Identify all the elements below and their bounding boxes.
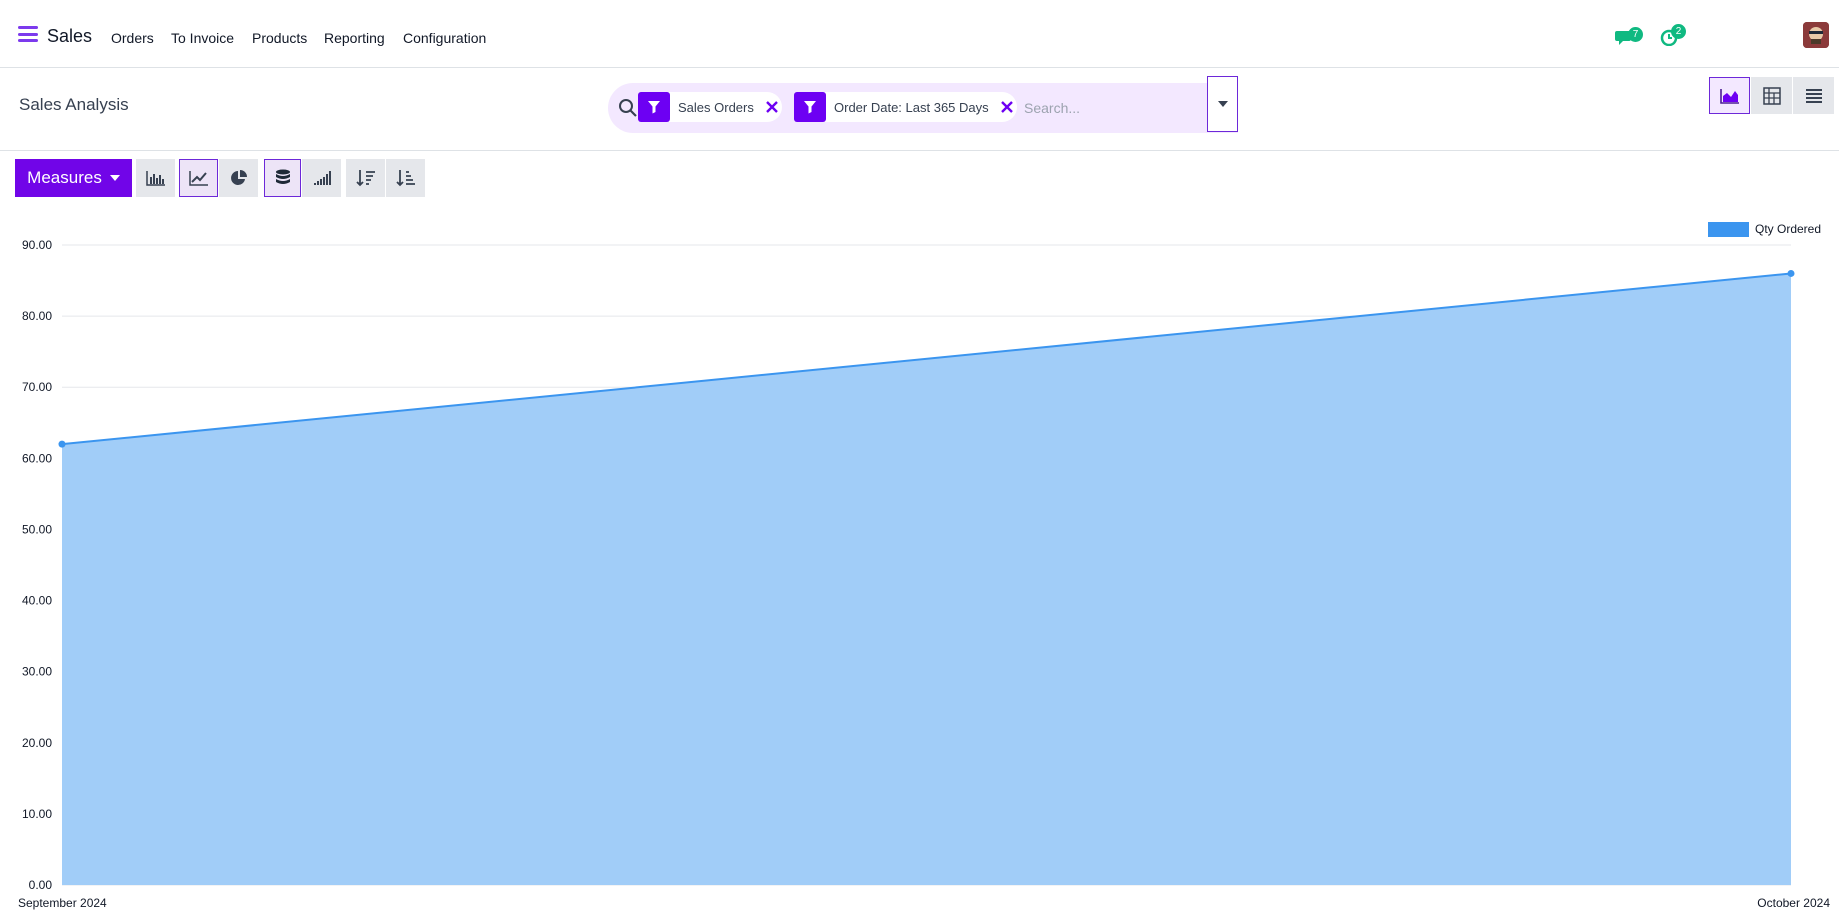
area-chart: 0.00 10.00 20.00 30.00 40.00 50.00 60.00 70.00 8…	[18, 222, 1830, 910]
caret-down-icon	[1217, 101, 1228, 107]
y-tick-label: 20.00	[22, 736, 52, 750]
facet-sales-orders: Sales Orders	[638, 92, 782, 122]
y-tick-label: 40.00	[22, 594, 52, 608]
hamburger-icon[interactable]	[18, 26, 38, 42]
stacked-button[interactable]	[264, 159, 301, 197]
signal-bars-icon	[313, 171, 331, 185]
y-tick-label: 10.00	[22, 807, 52, 821]
menu-products[interactable]: Products	[252, 30, 307, 46]
y-tick-label: 50.00	[22, 522, 52, 536]
search-icon[interactable]	[618, 98, 638, 118]
sort-descending-icon	[355, 170, 375, 187]
search-options-toggle[interactable]	[1207, 76, 1238, 132]
pivot-table-icon	[1762, 86, 1781, 105]
x-tick-label: September 2024	[18, 896, 107, 910]
legend-label[interactable]: Qty Ordered	[1755, 222, 1821, 236]
activities-badge: 2	[1671, 24, 1686, 39]
facet-order-date: Order Date: Last 365 Days	[794, 92, 1017, 122]
menu-orders[interactable]: Orders	[111, 30, 154, 46]
bar-chart-button[interactable]	[136, 159, 175, 197]
y-tick-label: 60.00	[22, 451, 52, 465]
x-tick-label: October 2024	[1757, 896, 1830, 910]
search-input[interactable]	[1024, 93, 1204, 123]
caret-down-icon	[109, 175, 120, 181]
line-chart-icon	[188, 171, 208, 186]
sort-ascending-button[interactable]	[386, 159, 425, 197]
sort-ascending-icon	[395, 170, 415, 187]
area-fill-series-qty-ordered	[62, 273, 1791, 885]
page-title: Sales Analysis	[19, 95, 129, 114]
measures-label: Measures	[27, 168, 102, 187]
data-point[interactable]	[1787, 269, 1795, 277]
measures-button[interactable]: Measures	[15, 159, 132, 197]
pie-chart-button[interactable]	[219, 159, 258, 197]
list-icon	[1805, 88, 1822, 103]
view-switcher	[1709, 77, 1835, 114]
filter-icon	[794, 92, 826, 122]
data-point[interactable]	[58, 440, 66, 448]
database-icon	[275, 169, 290, 184]
cumulative-button[interactable]	[302, 159, 341, 197]
menu-to-invoice[interactable]: To Invoice	[171, 30, 234, 46]
area-chart-icon	[1719, 88, 1739, 104]
top-navbar: Sales Orders To Invoice Products Reporti…	[0, 0, 1839, 68]
facet-label: Sales Orders	[678, 99, 754, 115]
y-tick-label: 30.00	[22, 665, 52, 679]
user-avatar[interactable]	[1803, 22, 1829, 48]
search-bar[interactable]: Sales Orders Order Date: Last 365 Days	[608, 83, 1238, 133]
facet-label: Order Date: Last 365 Days	[834, 99, 989, 115]
app-name[interactable]: Sales	[47, 26, 92, 47]
control-panel: Sales Analysis Sales Orders Order Date: …	[0, 69, 1839, 151]
pie-chart-icon	[230, 170, 247, 185]
view-list-button[interactable]	[1793, 77, 1834, 114]
legend-swatch[interactable]	[1708, 222, 1749, 237]
y-tick-label: 80.00	[22, 309, 52, 323]
messages-badge: 7	[1628, 27, 1643, 42]
y-tick-label: 0.00	[29, 878, 53, 892]
view-pivot-button[interactable]	[1751, 77, 1792, 114]
view-graph-button[interactable]	[1709, 77, 1750, 114]
menu-configuration[interactable]: Configuration	[403, 30, 486, 46]
line-chart-button[interactable]	[179, 159, 218, 197]
y-tick-label: 70.00	[22, 380, 52, 394]
chart-area: 0.00 10.00 20.00 30.00 40.00 50.00 60.00 70.00 8…	[0, 205, 1839, 913]
bar-chart-icon	[145, 171, 165, 186]
close-icon[interactable]	[762, 97, 782, 117]
y-tick-label: 90.00	[22, 238, 52, 252]
close-icon[interactable]	[997, 97, 1017, 117]
menu-reporting[interactable]: Reporting	[324, 30, 385, 46]
filter-icon	[638, 92, 670, 122]
sort-descending-button[interactable]	[346, 159, 385, 197]
